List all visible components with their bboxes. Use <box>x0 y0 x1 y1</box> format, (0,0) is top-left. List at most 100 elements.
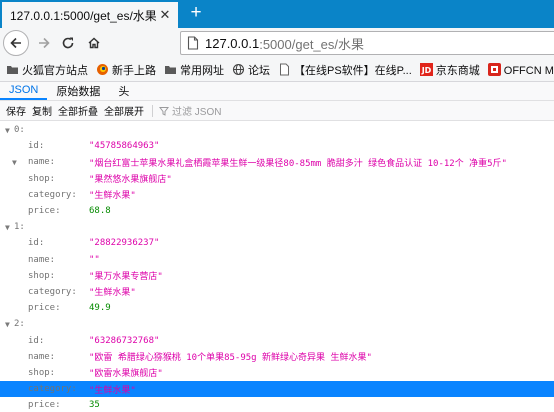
firefox-icon <box>96 63 109 76</box>
json-value: "生鲜水果" <box>89 288 136 299</box>
json-field-row[interactable]: shop: "欧雷水果旗舰店" <box>0 365 554 381</box>
bookmark-label: 火狐官方站点 <box>22 64 88 77</box>
json-field-row[interactable]: name: "" <box>0 252 554 268</box>
copy-button[interactable]: 复制 <box>32 103 52 118</box>
home-button[interactable] <box>84 33 104 53</box>
json-key: price: <box>28 400 61 411</box>
arrow-right-icon <box>39 37 50 49</box>
json-value: "欧雷 希腊绿心猕猴桃 10个单果85-95g 新鲜绿心奇异果 生鲜水果" <box>89 353 372 364</box>
json-value: "28822936237" <box>89 238 160 249</box>
expand-triangle-icon[interactable]: ▼ <box>5 223 13 232</box>
json-toolbar: 保存 复制 全部折叠 全部展开 过滤 JSON <box>0 101 554 121</box>
json-field-row[interactable]: shop: "果然悠水果旗舰店" <box>0 171 554 187</box>
bookmark-offcn[interactable]: OFFCN MIS-登录 <box>487 62 554 78</box>
reload-button[interactable] <box>58 33 78 53</box>
json-key: id: <box>28 335 45 346</box>
filter-json-input[interactable]: 过滤 JSON <box>159 103 221 118</box>
bookmark-label: 新手上路 <box>112 64 156 77</box>
json-field-row[interactable]: price: 68.8 <box>0 203 554 219</box>
jd-icon: JD <box>419 63 433 76</box>
bookmark-label: 京东商城 <box>435 64 480 77</box>
json-value: 35 <box>89 400 100 411</box>
json-value: "生鲜水果" <box>89 385 136 396</box>
bookmark-online-ps[interactable]: 【在线PS软件】在线P... <box>278 62 412 78</box>
nav-bar: 127.0.0.1:5000/get_es/水果 <box>0 28 554 58</box>
bookmark-label: 【在线PS软件】在线P... <box>294 64 412 77</box>
address-bar[interactable]: 127.0.0.1:5000/get_es/水果 <box>180 31 554 55</box>
json-value: "果万水果专营店" <box>89 272 163 283</box>
json-key: category: <box>28 286 77 297</box>
offcn-icon <box>487 63 501 76</box>
close-tab-icon[interactable]: ✕ <box>156 7 174 23</box>
expand-all-button[interactable]: 全部展开 <box>104 103 144 118</box>
json-field-row[interactable]: id: "28822936237" <box>0 235 554 251</box>
json-field-row[interactable]: shop: "果万水果专营店" <box>0 268 554 284</box>
home-icon <box>88 37 100 49</box>
expand-triangle-icon[interactable]: ▼ <box>5 126 13 135</box>
bookmark-jd[interactable]: JD 京东商城 <box>419 62 480 78</box>
json-key: price: <box>28 303 61 314</box>
tab-headers[interactable]: 头 <box>109 82 138 100</box>
json-key: name: <box>28 157 56 168</box>
json-field-row[interactable]: category: "生鲜水果" <box>0 187 554 203</box>
json-value: "烟台红富士苹果水果礼盒栖霞苹果生鲜一级果径80-85mm 脆甜多汁 绿色食品认… <box>89 158 507 169</box>
filter-placeholder: 过滤 JSON <box>172 107 222 118</box>
svg-text:JD: JD <box>420 66 431 75</box>
json-value: "生鲜水果" <box>89 191 136 202</box>
json-field-row[interactable]: price: 35 <box>0 397 554 412</box>
json-key: shop: <box>28 270 56 281</box>
json-key: shop: <box>28 367 56 378</box>
expand-triangle-icon[interactable]: ▼ <box>12 158 20 167</box>
json-field-row[interactable]: id: "63286732768" <box>0 332 554 348</box>
tab-json[interactable]: JSON <box>0 82 48 100</box>
json-field-row[interactable]: price: 49.9 <box>0 300 554 316</box>
page-info-icon[interactable] <box>187 36 199 50</box>
bookmark-forum[interactable]: 论坛 <box>232 62 270 78</box>
tab-title: 127.0.0.1:5000/get_es/水果 <box>10 8 156 23</box>
json-field-row[interactable]: ▼ name: "烟台红富士苹果水果礼盒栖霞苹果生鲜一级果径80-85mm 脆甜多汁… <box>0 154 554 170</box>
browser-tab[interactable]: 127.0.0.1:5000/get_es/水果 ✕ <box>2 2 178 28</box>
json-item-row[interactable]: ▼ 2: <box>0 316 554 332</box>
json-field-row-selected[interactable]: category: "生鲜水果" <box>0 381 554 398</box>
collapse-all-button[interactable]: 全部折叠 <box>58 103 98 118</box>
expand-triangle-icon[interactable]: ▼ <box>5 320 13 329</box>
json-value: "63286732768" <box>89 335 160 346</box>
json-key: price: <box>28 206 61 217</box>
filter-icon <box>159 106 169 116</box>
json-value: 68.8 <box>89 206 111 217</box>
json-value: "45785864963" <box>89 141 160 152</box>
json-field-row[interactable]: category: "生鲜水果" <box>0 284 554 300</box>
tab-raw-data[interactable]: 原始数据 <box>47 82 109 100</box>
json-key: category: <box>28 189 77 200</box>
json-field-row[interactable]: name: "欧雷 希腊绿心猕猴桃 10个单果85-95g 新鲜绿心奇异果 生鲜水… <box>0 349 554 365</box>
json-index: 2: <box>14 319 25 330</box>
folder-icon <box>164 63 177 76</box>
bookmark-label: 常用网址 <box>180 64 224 77</box>
json-key: shop: <box>28 173 56 184</box>
new-tab-button[interactable]: + <box>184 3 208 25</box>
save-button[interactable]: 保存 <box>6 103 26 118</box>
bookmark-common-sites[interactable]: 常用网址 <box>164 62 224 78</box>
json-index: 0: <box>14 125 25 136</box>
bookmark-firefox-official[interactable]: 火狐官方站点 <box>6 62 88 78</box>
bookmark-label: OFFCN MIS-登录 <box>503 64 554 77</box>
url-path: :5000/get_es/水果 <box>259 36 365 52</box>
json-value: "果然悠水果旗舰店" <box>89 175 172 186</box>
json-item-row[interactable]: ▼ 0: <box>0 122 554 138</box>
bookmarks-toolbar: 火狐官方站点 新手上路 常用网址 论坛 【在线PS软件】在线P... JD 京东… <box>0 58 554 82</box>
json-key: name: <box>28 254 56 265</box>
tab-strip: 127.0.0.1:5000/get_es/水果 ✕ + <box>0 0 554 28</box>
url-host: 127.0.0.1 <box>205 35 260 51</box>
json-value: 49.9 <box>89 303 111 314</box>
bookmark-getting-started[interactable]: 新手上路 <box>96 62 156 78</box>
json-field-row[interactable]: id: "45785864963" <box>0 138 554 154</box>
forward-button[interactable] <box>34 33 54 53</box>
globe-icon <box>232 63 245 76</box>
arrow-left-icon <box>10 37 21 49</box>
back-button[interactable] <box>3 30 29 56</box>
json-index: 1: <box>14 222 25 233</box>
folder-icon <box>6 63 19 76</box>
bookmark-label: 论坛 <box>248 64 270 77</box>
json-item-row[interactable]: ▼ 1: <box>0 219 554 235</box>
json-key: id: <box>28 238 45 249</box>
